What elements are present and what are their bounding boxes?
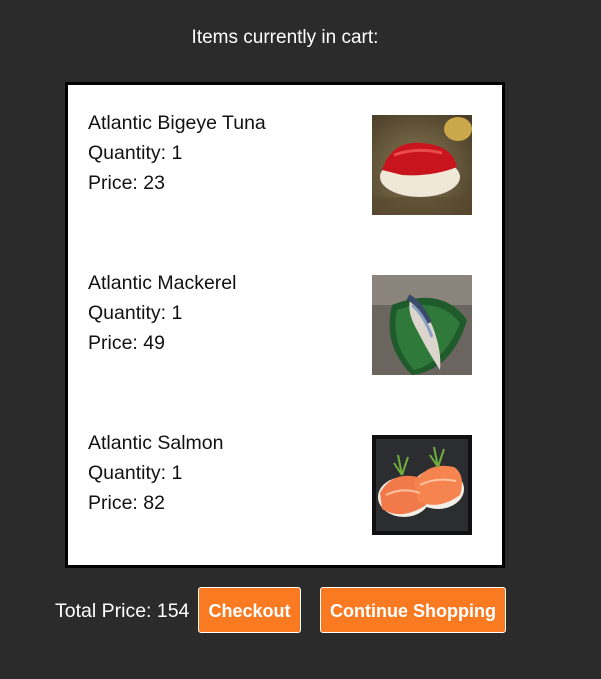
cart-page: Items currently in cart: Atlantic Bigeye… xyxy=(0,0,601,679)
cart-heading: Items currently in cart: xyxy=(191,27,379,48)
tuna-sushi-image xyxy=(372,115,472,215)
cart-item-tuna: Atlantic Bigeye Tuna Quantity: 1 Price: … xyxy=(88,112,482,215)
item-price: Price: 49 xyxy=(88,332,165,354)
cart-item-mackerel: Atlantic Mackerel Quantity: 1 Price: 49 xyxy=(88,272,482,375)
continue-shopping-button[interactable]: Continue Shopping xyxy=(320,587,506,633)
cart-footer: Total Price: 154 Checkout Continue Shopp… xyxy=(0,587,601,635)
item-name: Atlantic Salmon xyxy=(88,432,224,454)
item-price: Price: 82 xyxy=(88,492,165,514)
item-quantity: Quantity: 1 xyxy=(88,302,183,324)
item-quantity: Quantity: 1 xyxy=(88,462,183,484)
cart-item-salmon: Atlantic Salmon Quantity: 1 Price: 82 xyxy=(88,432,482,535)
item-name: Atlantic Mackerel xyxy=(88,272,237,294)
mackerel-sushi-image xyxy=(372,275,472,375)
total-price: Total Price: 154 xyxy=(55,600,190,622)
item-quantity: Quantity: 1 xyxy=(88,142,183,164)
salmon-sushi-image xyxy=(372,435,472,535)
item-price: Price: 23 xyxy=(88,172,165,194)
cart-list: Atlantic Bigeye Tuna Quantity: 1 Price: … xyxy=(65,82,505,568)
checkout-button[interactable]: Checkout xyxy=(198,587,301,633)
item-name: Atlantic Bigeye Tuna xyxy=(88,112,266,134)
